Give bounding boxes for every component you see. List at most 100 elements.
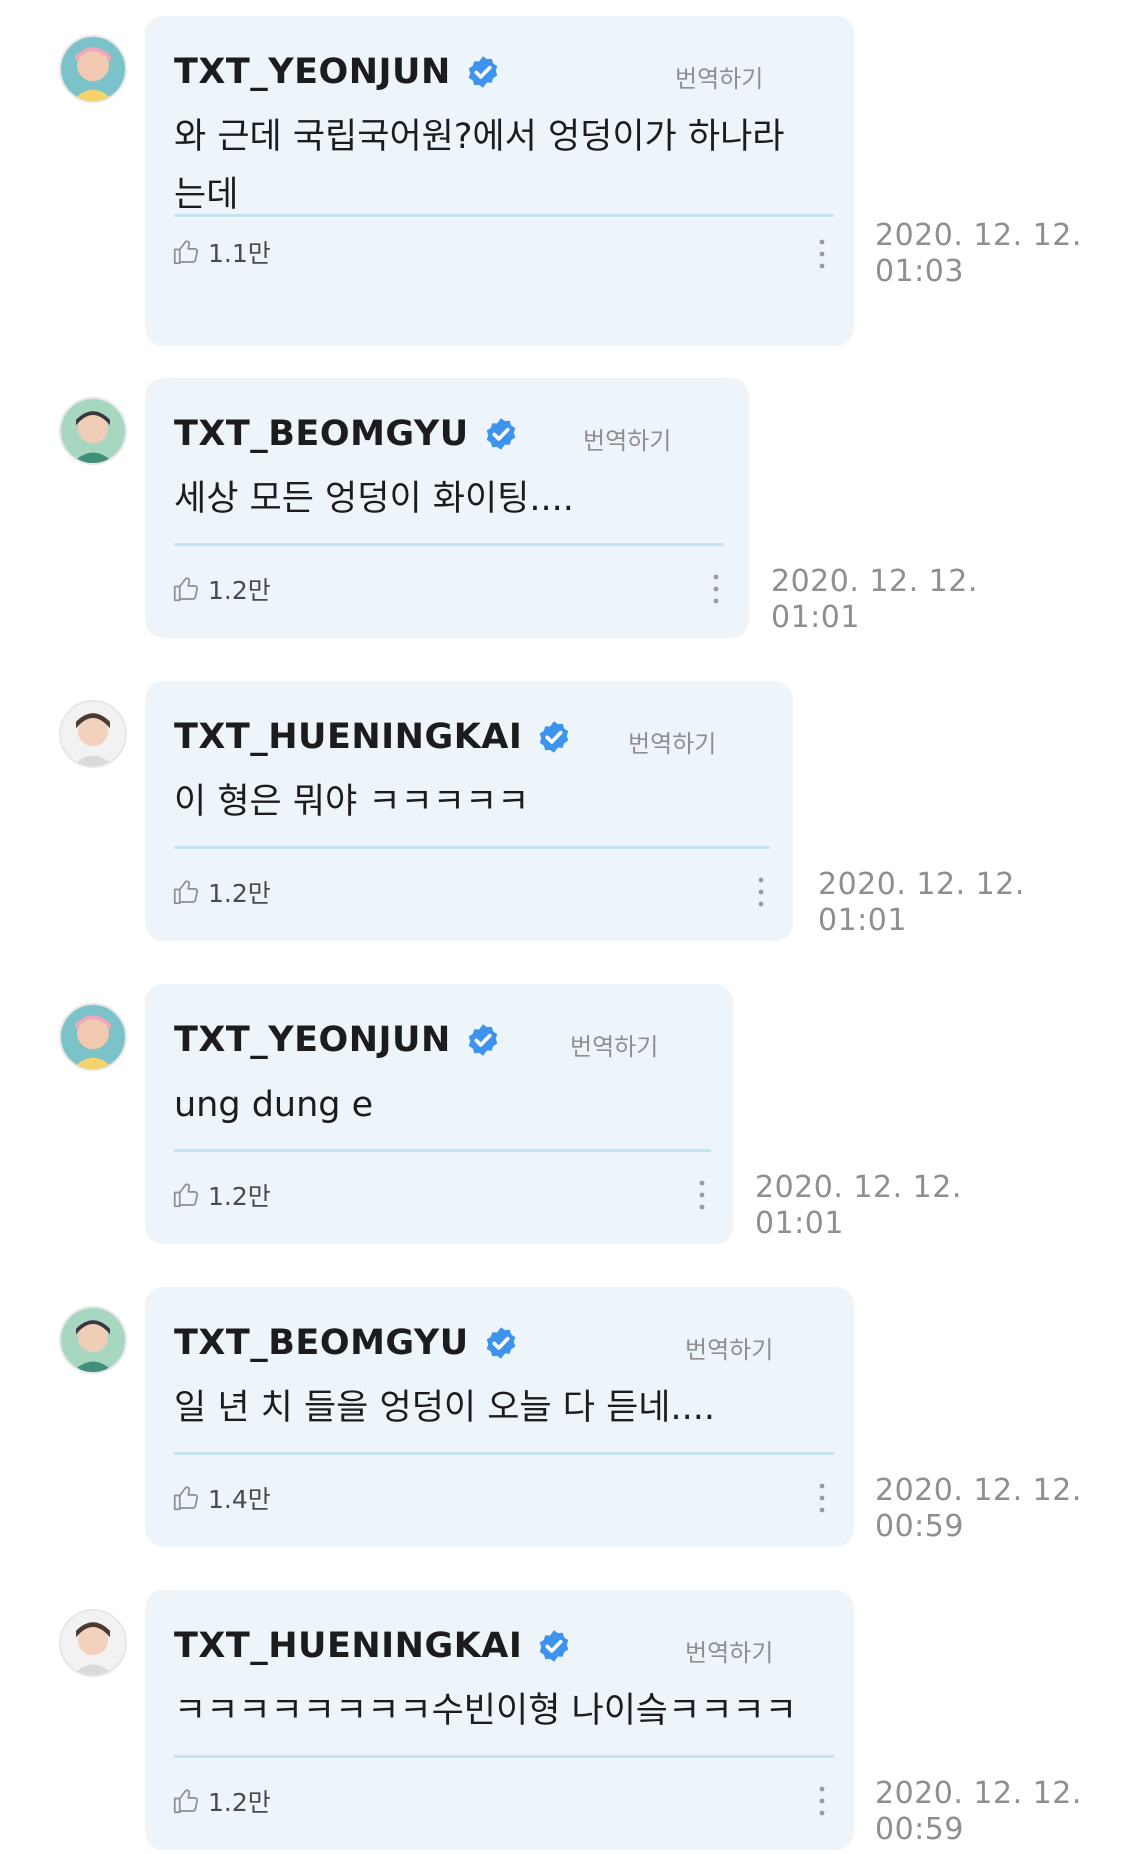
timestamp-date: 2020. 12. 12. — [875, 1776, 1082, 1811]
comment-timestamp: 2020. 12. 12. 01:01 — [818, 867, 1025, 939]
more-vertical-icon[interactable] — [812, 1783, 832, 1819]
translate-button[interactable]: 번역하기 — [570, 1027, 658, 1062]
verified-badge-icon — [465, 1022, 501, 1058]
more-vertical-icon[interactable] — [812, 236, 832, 272]
comment-timestamp: 2020. 12. 12. 01:03 — [875, 218, 1082, 290]
comment-divider — [174, 543, 724, 546]
like-count: 1.1만 — [208, 239, 271, 268]
avatar-image — [61, 1308, 125, 1372]
timestamp-time: 01:01 — [755, 1206, 844, 1241]
comment-divider — [174, 1149, 711, 1152]
avatar-yeonjun[interactable] — [59, 35, 127, 103]
timestamp-date: 2020. 12. 12. — [755, 1170, 962, 1205]
like-count: 1.2만 — [208, 879, 271, 908]
comment-item: TXT_YEONJUN 번역하기 와 근데 국립국어원?에서 엉덩이가 하나라 … — [0, 16, 1125, 346]
timestamp-date: 2020. 12. 12. — [818, 867, 1025, 902]
timestamp-date: 2020. 12. 12. — [875, 1473, 1082, 1508]
comment-text: ㅋㅋㅋㅋㅋㅋㅋㅋ수빈이형 나이슼ㅋㅋㅋㅋ — [174, 1691, 797, 1731]
thumbs-up-icon — [171, 877, 201, 907]
comment-author[interactable]: TXT_YEONJUN — [174, 1018, 501, 1062]
verified-badge-icon — [536, 719, 572, 755]
author-name: TXT_BEOMGYU — [174, 1323, 469, 1363]
more-vertical-icon[interactable] — [751, 874, 771, 910]
author-name: TXT_YEONJUN — [174, 1020, 451, 1060]
avatar-hueningkai[interactable] — [59, 1609, 127, 1677]
verified-badge-icon — [483, 1325, 519, 1361]
avatar-image — [61, 702, 125, 766]
like-count: 1.4만 — [208, 1485, 271, 1514]
comment-divider — [174, 846, 770, 849]
comment-text: ung dung e — [174, 1085, 374, 1125]
author-name: TXT_HUENINGKAI — [174, 717, 523, 757]
comment-item: TXT_BEOMGYU 번역하기 일 년 치 들을 엉덩이 오늘 다 듣네...… — [0, 1287, 1125, 1547]
more-vertical-icon[interactable] — [692, 1177, 712, 1213]
more-vertical-icon[interactable] — [812, 1480, 832, 1516]
like-button[interactable]: 1.2만 — [171, 874, 271, 910]
thumbs-up-icon — [171, 1786, 201, 1816]
comment-divider — [174, 1755, 834, 1758]
comment-bubble: TXT_BEOMGYU 번역하기 세상 모든 엉덩이 화이팅.... 1.2만 — [145, 378, 749, 638]
avatar-beomgyu[interactable] — [59, 1306, 127, 1374]
comment-bubble: TXT_HUENINGKAI 번역하기 ㅋㅋㅋㅋㅋㅋㅋㅋ수빈이형 나이슼ㅋㅋㅋㅋ… — [145, 1590, 854, 1850]
translate-button[interactable]: 번역하기 — [685, 1633, 773, 1668]
like-count: 1.2만 — [208, 1788, 271, 1817]
avatar-image — [61, 399, 125, 463]
like-count: 1.2만 — [208, 576, 271, 605]
comment-text: 세상 모든 엉덩이 화이팅.... — [174, 479, 574, 519]
comment-author[interactable]: TXT_BEOMGYU — [174, 412, 519, 456]
like-button[interactable]: 1.4만 — [171, 1480, 271, 1516]
author-name: TXT_YEONJUN — [174, 52, 451, 92]
avatar-image — [61, 1611, 125, 1675]
comment-author[interactable]: TXT_BEOMGYU — [174, 1321, 519, 1365]
comment-author[interactable]: TXT_HUENINGKAI — [174, 1624, 572, 1668]
comment-item: TXT_HUENINGKAI 번역하기 ㅋㅋㅋㅋㅋㅋㅋㅋ수빈이형 나이슼ㅋㅋㅋㅋ… — [0, 1590, 1125, 1850]
comment-timestamp: 2020. 12. 12. 00:59 — [875, 1473, 1082, 1545]
avatar-beomgyu[interactable] — [59, 397, 127, 465]
avatar-yeonjun[interactable] — [59, 1003, 127, 1071]
comment-text: 이 형은 뭐야 ㅋㅋㅋㅋㅋ — [174, 782, 530, 822]
verified-badge-icon — [536, 1628, 572, 1664]
comment-timestamp: 2020. 12. 12. 01:01 — [771, 564, 978, 636]
timestamp-time: 01:03 — [875, 254, 964, 289]
translate-button[interactable]: 번역하기 — [628, 724, 716, 759]
avatar-image — [61, 37, 125, 101]
comment-timestamp: 2020. 12. 12. 01:01 — [755, 1170, 962, 1242]
thumbs-up-icon — [171, 1180, 201, 1210]
more-vertical-icon[interactable] — [706, 571, 726, 607]
like-button[interactable]: 1.2만 — [171, 571, 271, 607]
author-name: TXT_HUENINGKAI — [174, 1626, 523, 1666]
comment-item: TXT_BEOMGYU 번역하기 세상 모든 엉덩이 화이팅.... 1.2만 … — [0, 378, 1125, 638]
comment-bubble: TXT_BEOMGYU 번역하기 일 년 치 들을 엉덩이 오늘 다 듣네...… — [145, 1287, 854, 1547]
timestamp-time: 01:01 — [818, 903, 907, 938]
like-button[interactable]: 1.2만 — [171, 1177, 271, 1213]
avatar-hueningkai[interactable] — [59, 700, 127, 768]
avatar-image — [61, 1005, 125, 1069]
like-button[interactable]: 1.2만 — [171, 1783, 271, 1819]
comment-item: TXT_YEONJUN 번역하기 ung dung e 1.2만 2020. 1… — [0, 984, 1125, 1244]
comment-item: TXT_HUENINGKAI 번역하기 이 형은 뭐야 ㅋㅋㅋㅋㅋ 1.2만 2… — [0, 681, 1125, 941]
translate-button[interactable]: 번역하기 — [583, 421, 671, 456]
comment-text: 와 근데 국립국어원?에서 엉덩이가 하나라 는데 — [174, 117, 785, 215]
comment-bubble: TXT_HUENINGKAI 번역하기 이 형은 뭐야 ㅋㅋㅋㅋㅋ 1.2만 — [145, 681, 793, 941]
comment-author[interactable]: TXT_HUENINGKAI — [174, 715, 572, 759]
translate-button[interactable]: 번역하기 — [675, 59, 763, 94]
comment-author[interactable]: TXT_YEONJUN — [174, 50, 501, 94]
timestamp-date: 2020. 12. 12. — [875, 218, 1082, 253]
comment-bubble: TXT_YEONJUN 번역하기 와 근데 국립국어원?에서 엉덩이가 하나라 … — [145, 16, 854, 346]
like-count: 1.2만 — [208, 1182, 271, 1211]
timestamp-time: 01:01 — [771, 600, 860, 635]
timestamp-time: 00:59 — [875, 1509, 964, 1544]
author-name: TXT_BEOMGYU — [174, 414, 469, 454]
thumbs-up-icon — [171, 237, 201, 267]
verified-badge-icon — [465, 54, 501, 90]
verified-badge-icon — [483, 416, 519, 452]
comment-divider — [174, 214, 834, 217]
timestamp-date: 2020. 12. 12. — [771, 564, 978, 599]
thumbs-up-icon — [171, 574, 201, 604]
comment-timestamp: 2020. 12. 12. 00:59 — [875, 1776, 1082, 1848]
comment-bubble: TXT_YEONJUN 번역하기 ung dung e 1.2만 — [145, 984, 733, 1244]
thumbs-up-icon — [171, 1483, 201, 1513]
like-button[interactable]: 1.1만 — [171, 234, 271, 270]
timestamp-time: 00:59 — [875, 1812, 964, 1847]
translate-button[interactable]: 번역하기 — [685, 1330, 773, 1365]
